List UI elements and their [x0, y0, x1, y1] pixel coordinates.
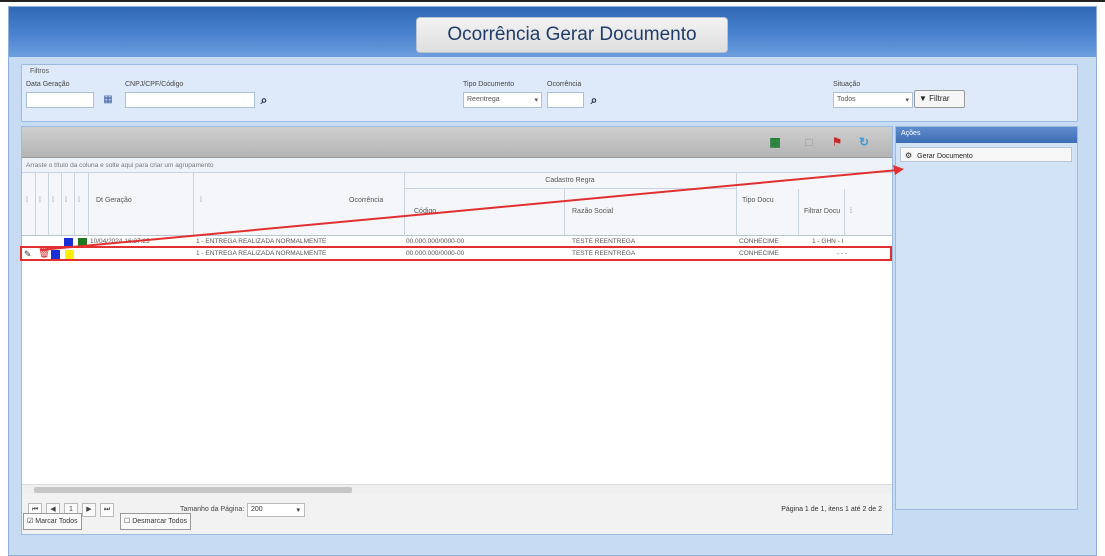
- cell-ocorrencia: 1 - ENTREGA REALIZADA NORMALMENTE: [196, 238, 327, 245]
- page-size-value: 200: [251, 506, 263, 513]
- last-page-button[interactable]: ⏭: [100, 503, 114, 517]
- filter-button[interactable]: ▼ Filtrar: [914, 90, 965, 108]
- filter-button-label: Filtrar: [929, 94, 950, 103]
- checkbox-empty-icon: ☐: [124, 518, 131, 525]
- filters-panel: Filtros Data Geração ▦ CNPJ/CPF/Código ⌕…: [21, 64, 1078, 122]
- tipo-documento-label: Tipo Documento: [463, 81, 515, 88]
- excel-export-icon[interactable]: ▩: [768, 135, 782, 149]
- mark-all-button[interactable]: ☑ Marcar Todos: [23, 513, 82, 530]
- grid-panel: ▩ □ ⚑ ↻ Arraste o título da coluna e sol…: [20, 126, 893, 535]
- scrollbar-thumb[interactable]: [34, 487, 352, 493]
- col-header-tipo-documento[interactable]: Tipo Docu: [742, 197, 774, 204]
- checkbox-checked-icon: ☑: [27, 518, 34, 525]
- cell-razao-social: TESTE REENTREGA: [572, 238, 636, 245]
- actions-panel: Ações ⚙ Gerar Documento: [895, 126, 1078, 510]
- calendar-icon[interactable]: ▦: [100, 92, 116, 108]
- cell-filtrar-documento: 1 - GHN - I: [812, 238, 844, 245]
- cnpj-label: CNPJ/CPF/Código: [125, 81, 184, 88]
- col-header-razao-social[interactable]: Razão Social: [572, 208, 613, 215]
- pager-info: Página 1 de 1, itens 1 até 2 de 2: [781, 506, 882, 513]
- table-header: ⁞ ⁞ ⁞ ⁞ ⁞ Dt Geração ⁞ Ocorrência Cadast…: [22, 173, 892, 236]
- header-band: Ocorrência Gerar Documento: [9, 7, 1096, 57]
- row-highlight-box: [20, 246, 892, 261]
- data-geracao-label: Data Geração: [26, 81, 70, 88]
- search-icon[interactable]: ⌕: [586, 92, 602, 108]
- next-page-button[interactable]: ▶: [82, 503, 96, 517]
- tipo-documento-select[interactable]: Reentrega ▾: [463, 92, 542, 108]
- col-handle[interactable]: ⁞: [26, 197, 28, 204]
- generate-document-label: Gerar Documento: [917, 153, 973, 160]
- situacao-label: Situação: [833, 81, 861, 88]
- mark-all-label: Marcar Todos: [35, 518, 78, 525]
- group-header-cadastro-regra: Cadastro Regra: [404, 173, 736, 189]
- ocorrencia-input[interactable]: [547, 92, 584, 108]
- col-handle[interactable]: ⁞: [200, 197, 202, 204]
- situacao-select[interactable]: Todos ▾: [833, 92, 913, 108]
- pdf-export-icon[interactable]: □: [802, 135, 816, 149]
- group-by-hint: Arraste o título da coluna e solte aqui …: [22, 158, 892, 173]
- cell-codigo: 00.000.000/0000-00: [406, 238, 465, 245]
- col-header-ocorrencia[interactable]: Ocorrência: [349, 197, 383, 204]
- gears-icon: ⚙: [905, 151, 913, 160]
- generate-document-button[interactable]: ⚙ Gerar Documento: [900, 147, 1072, 162]
- col-handle[interactable]: ⁞: [850, 208, 852, 215]
- cell-tipo-documento: CONHECIME: [739, 238, 779, 245]
- data-geracao-input[interactable]: [26, 92, 94, 108]
- refresh-icon[interactable]: ↻: [857, 135, 871, 149]
- funnel-icon: ▼: [919, 94, 927, 103]
- col-handle[interactable]: ⁞: [65, 197, 67, 204]
- ocorrencia-label: Ocorrência: [547, 81, 582, 88]
- page-title: Ocorrência Gerar Documento: [416, 17, 728, 53]
- horizontal-scrollbar[interactable]: [22, 484, 892, 494]
- unmark-all-button[interactable]: ☐ Desmarcar Todos: [120, 513, 191, 530]
- col-header-filtrar-documento[interactable]: Filtrar Docu: [804, 208, 840, 215]
- col-header-codigo[interactable]: Código: [414, 208, 436, 215]
- cnpj-input[interactable]: [125, 92, 255, 108]
- tipo-documento-value: Reentrega: [467, 96, 500, 103]
- col-handle[interactable]: ⁞: [78, 197, 80, 204]
- chevron-down-icon: ▾: [905, 97, 909, 104]
- actions-title: Ações: [896, 127, 1077, 143]
- chevron-down-icon: ▾: [534, 97, 538, 104]
- flag-icon[interactable]: ⚑: [830, 135, 844, 149]
- cell-dt-geracao: 10/04/2024 16:27:25: [90, 238, 150, 245]
- filters-legend: Filtros: [30, 68, 50, 75]
- unmark-all-label: Desmarcar Todos: [132, 518, 187, 525]
- chevron-down-icon: ▾: [296, 507, 300, 514]
- grid-toolbar: ▩ □ ⚑ ↻: [22, 127, 892, 158]
- page-size-select[interactable]: 200 ▾: [247, 503, 305, 517]
- situacao-value: Todos: [837, 96, 856, 103]
- col-handle[interactable]: ⁞: [39, 197, 41, 204]
- search-icon[interactable]: ⌕: [256, 92, 272, 108]
- col-header-dt-geracao[interactable]: Dt Geração: [96, 197, 132, 204]
- page-size-label: Tamanho da Página:: [180, 506, 245, 513]
- col-handle[interactable]: ⁞: [52, 197, 54, 204]
